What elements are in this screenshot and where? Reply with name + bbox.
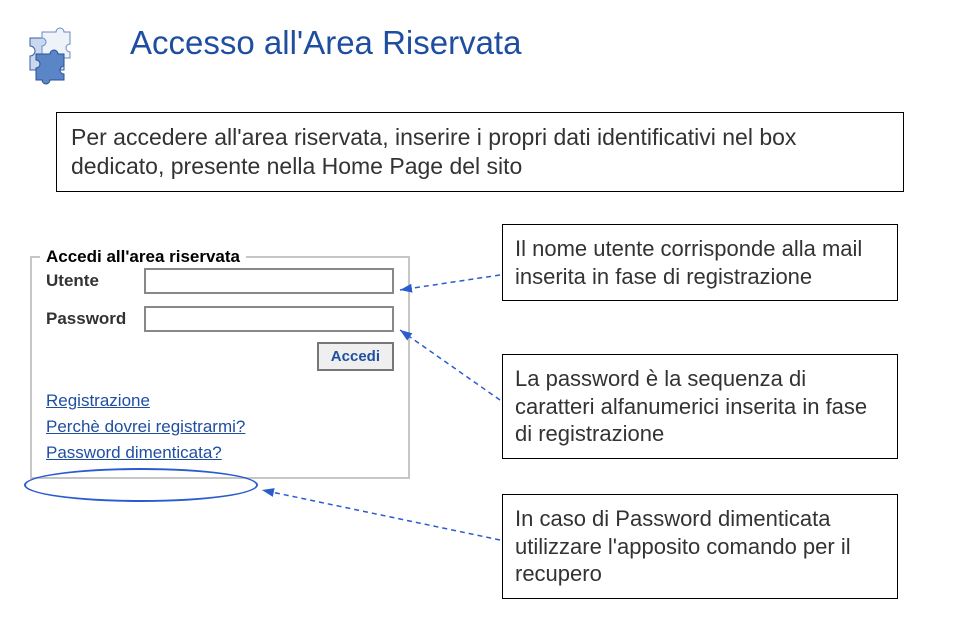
- login-box: Accedi all'area riservata Utente Passwor…: [30, 256, 410, 479]
- puzzle-icon: [12, 14, 92, 94]
- login-header: Accedi all'area riservata: [40, 247, 246, 267]
- note-password: La password è la sequenza di caratteri a…: [502, 354, 898, 459]
- note-username: Il nome utente corrisponde alla mail ins…: [502, 224, 898, 301]
- page-title: Accesso all'Area Riservata: [130, 24, 521, 62]
- password-input[interactable]: [144, 306, 394, 332]
- why-register-link[interactable]: Perchè dovrei registrarmi?: [46, 417, 394, 437]
- forgot-password-link[interactable]: Password dimenticata?: [46, 443, 394, 463]
- login-button[interactable]: Accedi: [317, 342, 394, 371]
- intro-text: Per accedere all'area riservata, inserir…: [56, 112, 904, 192]
- register-link[interactable]: Registrazione: [46, 391, 394, 411]
- user-label: Utente: [46, 271, 144, 291]
- password-label: Password: [46, 309, 144, 329]
- user-input[interactable]: [144, 268, 394, 294]
- note-forgot: In caso di Password dimenticata utilizza…: [502, 494, 898, 599]
